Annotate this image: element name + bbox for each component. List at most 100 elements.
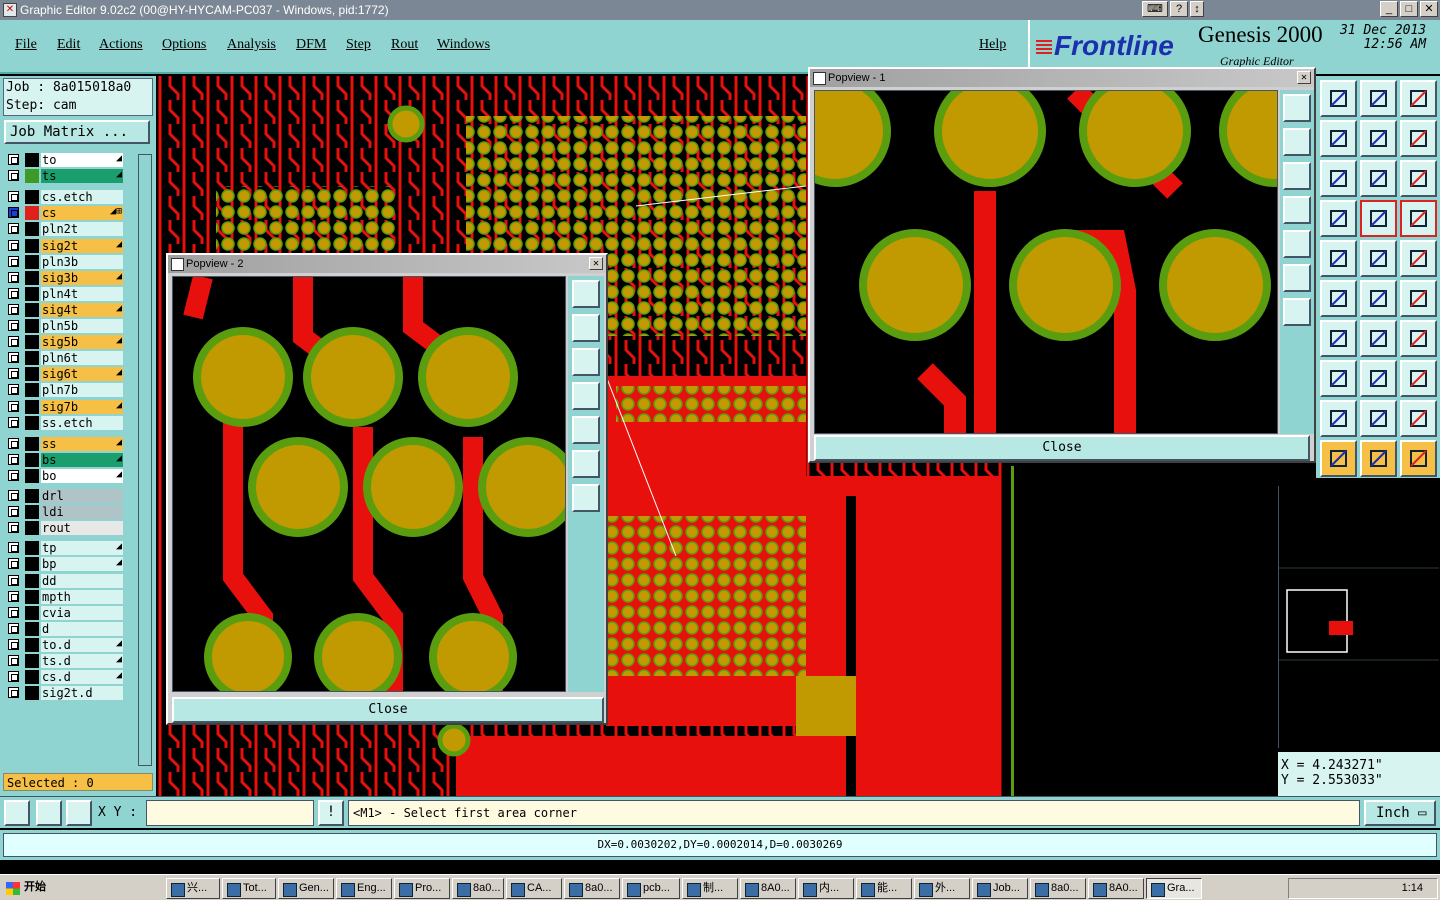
- zoom-area-icon[interactable]: [1320, 160, 1357, 197]
- scroll-icon[interactable]: ↕: [1190, 1, 1204, 17]
- layer-checkbox[interactable]: [8, 271, 19, 283]
- layer-row-pln5b[interactable]: pln5b: [5, 318, 125, 334]
- layer-checkbox[interactable]: [8, 638, 19, 650]
- layer-color-swatch[interactable]: [25, 670, 39, 685]
- layer-name[interactable]: cs.d: [41, 670, 123, 685]
- layer-checkbox[interactable]: [8, 303, 19, 315]
- layer-row-sig7b[interactable]: sig7b ◢: [5, 399, 125, 415]
- layer-color-swatch[interactable]: [25, 605, 39, 620]
- layer-row-rout[interactable]: rout: [5, 520, 125, 536]
- snap-icon[interactable]: [1360, 120, 1397, 157]
- layer-row-pln2t[interactable]: pln2t: [5, 221, 125, 237]
- unit-selector[interactable]: Inch ▭: [1364, 800, 1436, 826]
- zoom-out-icon[interactable]: [572, 484, 600, 512]
- layer-color-swatch[interactable]: [25, 415, 39, 430]
- layer-row-cs-d[interactable]: cs.d ◢: [5, 669, 125, 685]
- layer-row-sig5b[interactable]: sig5b ◢: [5, 334, 125, 350]
- layer-name[interactable]: pln7b: [41, 383, 123, 398]
- layer-name[interactable]: sig2t: [41, 238, 123, 253]
- home-icon[interactable]: [1360, 80, 1397, 117]
- layer-row-drl[interactable]: drl: [5, 488, 125, 504]
- pan-up-icon[interactable]: [572, 314, 600, 342]
- layer-row-pln6t[interactable]: pln6t: [5, 350, 125, 366]
- overview-map[interactable]: [1278, 486, 1440, 748]
- pointer-icon[interactable]: [1320, 440, 1357, 477]
- layer-name[interactable]: ldi: [41, 505, 123, 520]
- layer-color-swatch[interactable]: [25, 468, 39, 483]
- layer-name[interactable]: sig7b: [41, 399, 123, 414]
- popview-1-view[interactable]: [814, 90, 1278, 434]
- layer-name[interactable]: ss.etch: [41, 415, 123, 430]
- menu-step[interactable]: Step: [346, 37, 371, 53]
- layer-checkbox[interactable]: [8, 384, 19, 396]
- layer-name[interactable]: cvia: [41, 605, 123, 620]
- layer-checkbox[interactable]: [8, 368, 19, 380]
- layer-checkbox[interactable]: [8, 320, 19, 331]
- help-tool-icon[interactable]: [1400, 160, 1437, 197]
- layer-row-dd[interactable]: dd: [5, 573, 125, 589]
- job-matrix-button[interactable]: Job Matrix ...: [4, 120, 150, 144]
- layer-checkbox[interactable]: [8, 207, 19, 219]
- popview-2-close-icon[interactable]: ✕: [589, 257, 603, 270]
- layer-color-swatch[interactable]: [25, 399, 39, 414]
- layer-name[interactable]: ss: [41, 436, 123, 451]
- pan-left-icon[interactable]: [572, 382, 600, 410]
- layer-checkbox[interactable]: [8, 542, 19, 554]
- layer-name[interactable]: pln6t: [41, 351, 123, 366]
- zoom-in-icon[interactable]: [1283, 264, 1311, 292]
- layer-name[interactable]: ts.d: [41, 654, 123, 668]
- layer-color-swatch[interactable]: [25, 489, 39, 503]
- pan-right-icon[interactable]: [1283, 230, 1311, 258]
- layer-name[interactable]: bo: [41, 468, 123, 483]
- layer-color-swatch[interactable]: [25, 383, 39, 398]
- layer-row-sig4t[interactable]: sig4t ◢: [5, 302, 125, 318]
- layer-name[interactable]: pln4t: [41, 286, 123, 301]
- layer-checkbox[interactable]: [8, 522, 19, 534]
- angle-alt-icon[interactable]: [1400, 400, 1437, 437]
- layer-name[interactable]: sig4t: [41, 302, 123, 317]
- feature-add-icon[interactable]: [1320, 80, 1357, 117]
- layer-checkbox[interactable]: [8, 687, 19, 699]
- layer-name[interactable]: sig5b: [41, 335, 123, 350]
- maximize-button[interactable]: □: [1400, 1, 1418, 17]
- layer-name[interactable]: mpth: [41, 589, 123, 604]
- layer-color-swatch[interactable]: [25, 319, 39, 333]
- layer-name[interactable]: pln5b: [41, 319, 123, 333]
- snap-icon[interactable]: [4, 800, 30, 826]
- menu-actions[interactable]: Actions: [99, 37, 143, 53]
- layer-color-swatch[interactable]: [25, 589, 39, 604]
- pad-tool-icon[interactable]: [1400, 240, 1437, 277]
- layer-name[interactable]: pln2t: [41, 222, 123, 237]
- layer-color-swatch[interactable]: [25, 351, 39, 366]
- layer-color-swatch[interactable]: [25, 436, 39, 451]
- layer-color-swatch[interactable]: [25, 153, 39, 167]
- menu-rout[interactable]: Rout: [391, 37, 418, 53]
- layer-name[interactable]: dd: [41, 573, 123, 588]
- help-icon[interactable]: ?: [1170, 1, 1188, 17]
- net-select-icon[interactable]: [1400, 200, 1437, 237]
- layer-name[interactable]: to.d: [41, 637, 123, 652]
- step-repeat-icon[interactable]: [1400, 120, 1437, 157]
- layer-row-ss-etch[interactable]: ss.etch: [5, 415, 125, 431]
- minus-icon[interactable]: [1320, 360, 1357, 397]
- pan-left-icon[interactable]: [1283, 196, 1311, 224]
- shapes-icon[interactable]: [1400, 360, 1437, 397]
- ratio-icon[interactable]: [1360, 160, 1397, 197]
- popview-2-close-button[interactable]: Close: [172, 697, 604, 723]
- menu-edit[interactable]: Edit: [57, 37, 80, 53]
- layer-color-swatch[interactable]: [25, 254, 39, 269]
- layer-checkbox[interactable]: [8, 191, 19, 203]
- layer-name[interactable]: sig2t.d: [41, 686, 123, 701]
- layer-row-ts-d[interactable]: ts.d ◢: [5, 653, 125, 669]
- layer-row-cvia[interactable]: cvia: [5, 605, 125, 621]
- layer-color-swatch[interactable]: [25, 637, 39, 652]
- minimize-button[interactable]: _: [1380, 1, 1398, 17]
- taskbar-item[interactable]: Tot...: [222, 878, 276, 899]
- zoom-fit-icon[interactable]: [572, 280, 600, 308]
- layer-scrollbar[interactable]: [138, 154, 152, 766]
- layer-name[interactable]: d: [41, 621, 123, 636]
- layer-checkbox[interactable]: [8, 606, 19, 618]
- pointer-alt-icon[interactable]: [1360, 440, 1397, 477]
- layer-color-swatch[interactable]: [25, 505, 39, 520]
- menu-analysis[interactable]: Analysis: [227, 37, 276, 53]
